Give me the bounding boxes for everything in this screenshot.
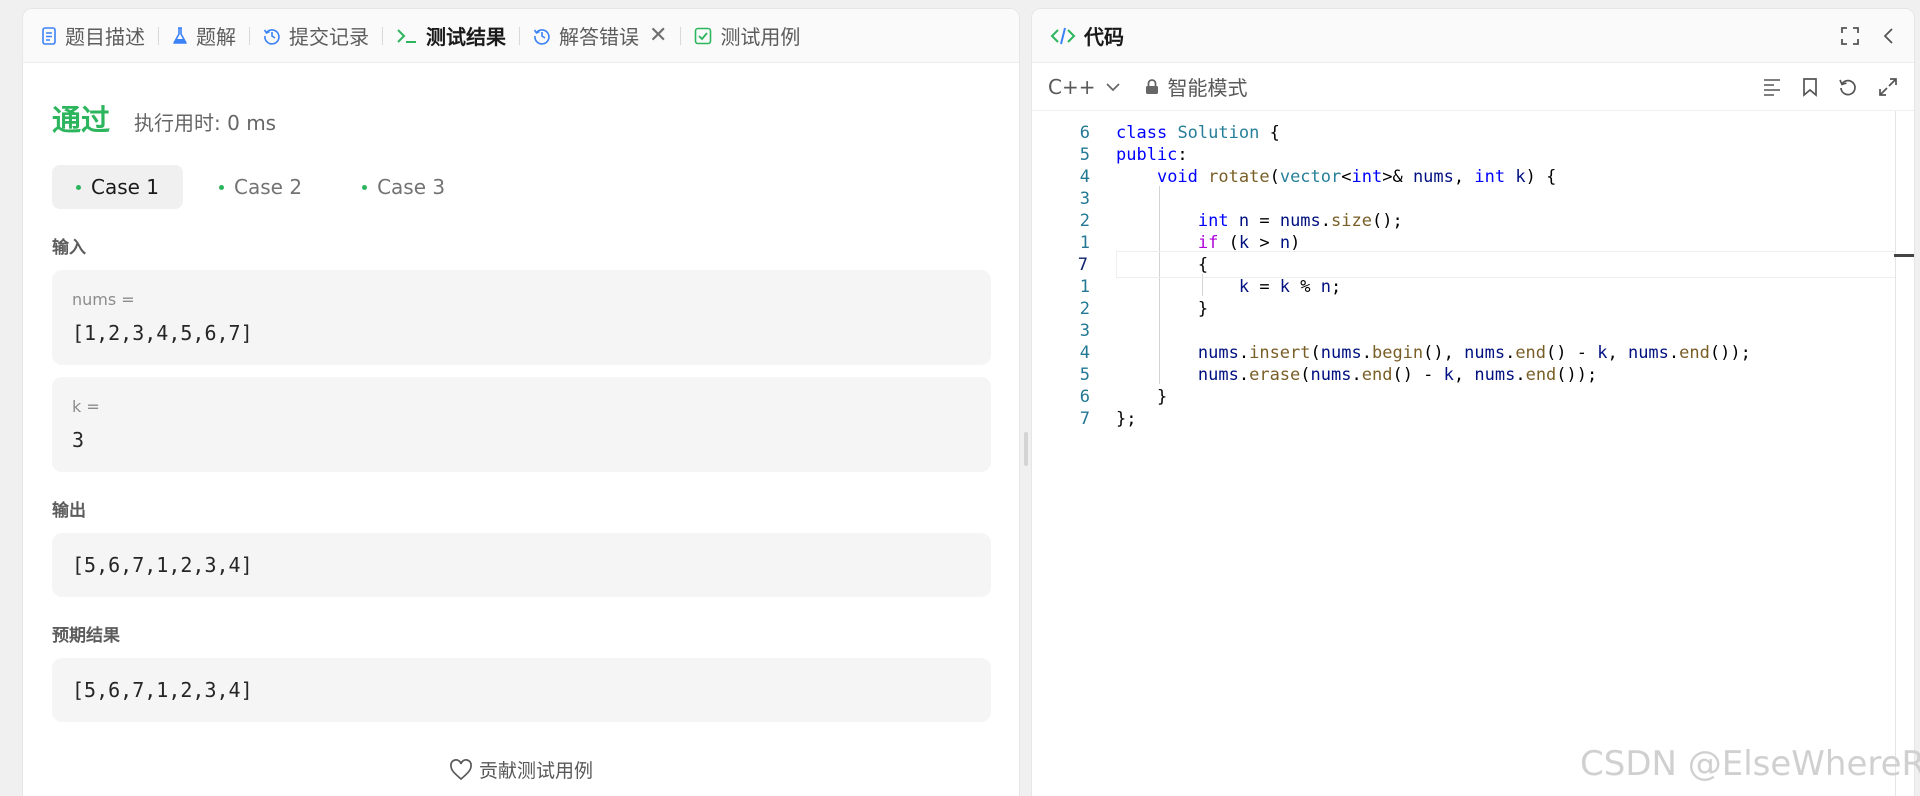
editor-tools <box>1742 77 1898 97</box>
expand-icon[interactable] <box>1878 77 1898 97</box>
tab-wrong-answer-label: 解答错误 <box>559 25 639 49</box>
chevron-down-icon <box>1106 82 1121 91</box>
code-text: }; <box>1116 409 1137 429</box>
tab-test-result[interactable]: 测试结果 <box>396 9 506 63</box>
tab-test-result-label: 测试结果 <box>426 25 506 49</box>
checkbox-icon <box>694 27 712 45</box>
output-value: [5,6,7,1,2,3,4] <box>72 553 253 577</box>
tab-description-label: 题目描述 <box>65 25 145 49</box>
case-tab-2[interactable]: Case 2 <box>195 165 326 209</box>
code-header-actions <box>1818 26 1896 46</box>
heart-icon <box>450 758 472 780</box>
tab-submissions[interactable]: 提交记录 <box>263 9 369 63</box>
lock-icon <box>1146 78 1159 94</box>
left-tabbar: 题目描述 题解 提交记录 测试结果 解答错误 ✕ 测试用例 <box>23 9 1019 63</box>
code-icon <box>1050 26 1076 46</box>
expected-value: [5,6,7,1,2,3,4] <box>72 678 253 702</box>
runtime-text: 执行用时: 0 ms <box>134 111 277 135</box>
input-k-box: k = 3 <box>52 377 991 472</box>
bookmark-icon[interactable] <box>1802 77 1818 97</box>
input-nums-box: nums = [1,2,3,4,5,6,7] <box>52 270 991 365</box>
pass-dot-icon <box>362 184 368 190</box>
smart-mode-toggle[interactable]: 智能模式 <box>1145 72 1247 101</box>
language-select[interactable]: C++ <box>1048 75 1121 99</box>
output-box: [5,6,7,1,2,3,4] <box>52 533 991 597</box>
result-panel: 题目描述 题解 提交记录 测试结果 解答错误 ✕ 测试用例 通过 执行用时: 0… <box>22 8 1020 796</box>
line-number: 7 <box>1079 409 1090 429</box>
input-nums-value: [1,2,3,4,5,6,7] <box>72 321 253 345</box>
tab-description[interactable]: 题目描述 <box>41 9 145 63</box>
tab-divider <box>680 26 682 45</box>
case-tab-label: Case 2 <box>234 175 303 199</box>
history-icon <box>263 27 281 45</box>
case-tab-label: Case 3 <box>377 175 446 199</box>
result-content: 通过 执行用时: 0 ms Case 1 Case 2 Case 3 输入 nu… <box>23 97 1019 783</box>
terminal-icon <box>396 27 418 45</box>
fullscreen-icon[interactable] <box>1840 26 1860 46</box>
case-tab-3[interactable]: Case 3 <box>338 165 469 209</box>
pass-dot-icon <box>76 184 81 190</box>
smart-mode-label: 智能模式 <box>1167 76 1248 100</box>
case-tab-1[interactable]: Case 1 <box>52 165 184 209</box>
collapse-chevron-icon[interactable] <box>1882 26 1896 46</box>
tab-solutions-label: 题解 <box>196 25 236 49</box>
tab-divider <box>249 26 250 45</box>
code-title: 代码 <box>1084 25 1124 49</box>
input-k-value: 3 <box>72 428 85 452</box>
format-icon[interactable] <box>1762 78 1782 96</box>
tab-submissions-label: 提交记录 <box>289 25 369 49</box>
flask-icon <box>172 26 188 45</box>
reset-icon[interactable] <box>1838 77 1858 97</box>
tab-divider <box>382 26 383 45</box>
scrollbar-cursor-mark <box>1894 254 1914 257</box>
code-panel: 代码 C++ 智能模式 6 class Solution {5 public:… <box>1031 8 1915 796</box>
language-label: C++ <box>1048 74 1096 99</box>
panel-resize-handle[interactable] <box>1024 432 1028 466</box>
input-k-name: k = <box>72 397 100 416</box>
code-header: 代码 <box>1032 9 1914 63</box>
document-icon <box>41 26 57 45</box>
case-tabs: Case 1 Case 2 Case 3 <box>52 165 990 209</box>
expected-box: [5,6,7,1,2,3,4] <box>52 658 991 722</box>
output-label: 输出 <box>52 501 86 521</box>
input-label: 输入 <box>52 238 86 258</box>
expected-label: 预期结果 <box>52 626 120 646</box>
contribute-testcase-button[interactable]: 贡献测试用例 <box>52 756 990 783</box>
contribute-label: 贡献测试用例 <box>478 760 593 782</box>
tab-solutions[interactable]: 题解 <box>172 9 236 63</box>
editor-scrollbar[interactable] <box>1895 111 1896 796</box>
status-pass: 通过 <box>52 103 111 137</box>
case-tab-label: Case 1 <box>91 175 160 199</box>
watermark: CSDN @ElseWhereR <box>1580 744 1920 784</box>
close-icon[interactable]: ✕ <box>649 23 667 48</box>
status-row: 通过 执行用时: 0 ms <box>52 97 990 139</box>
code-editor[interactable]: 6 class Solution {5 public: 4 void rotate(v… <box>1032 111 1914 796</box>
tab-testcase[interactable]: 测试用例 <box>694 9 800 63</box>
history-icon <box>533 27 551 45</box>
tab-wrong-answer[interactable]: 解答错误 ✕ <box>533 9 667 63</box>
tab-divider <box>158 26 159 45</box>
tab-testcase-label: 测试用例 <box>720 25 801 49</box>
input-nums-name: nums = <box>72 290 135 309</box>
tab-divider <box>519 26 520 45</box>
editor-toolbar: C++ 智能模式 <box>1032 63 1914 111</box>
pass-dot-icon <box>219 184 225 190</box>
code-line: 7}; <box>1032 406 1914 433</box>
